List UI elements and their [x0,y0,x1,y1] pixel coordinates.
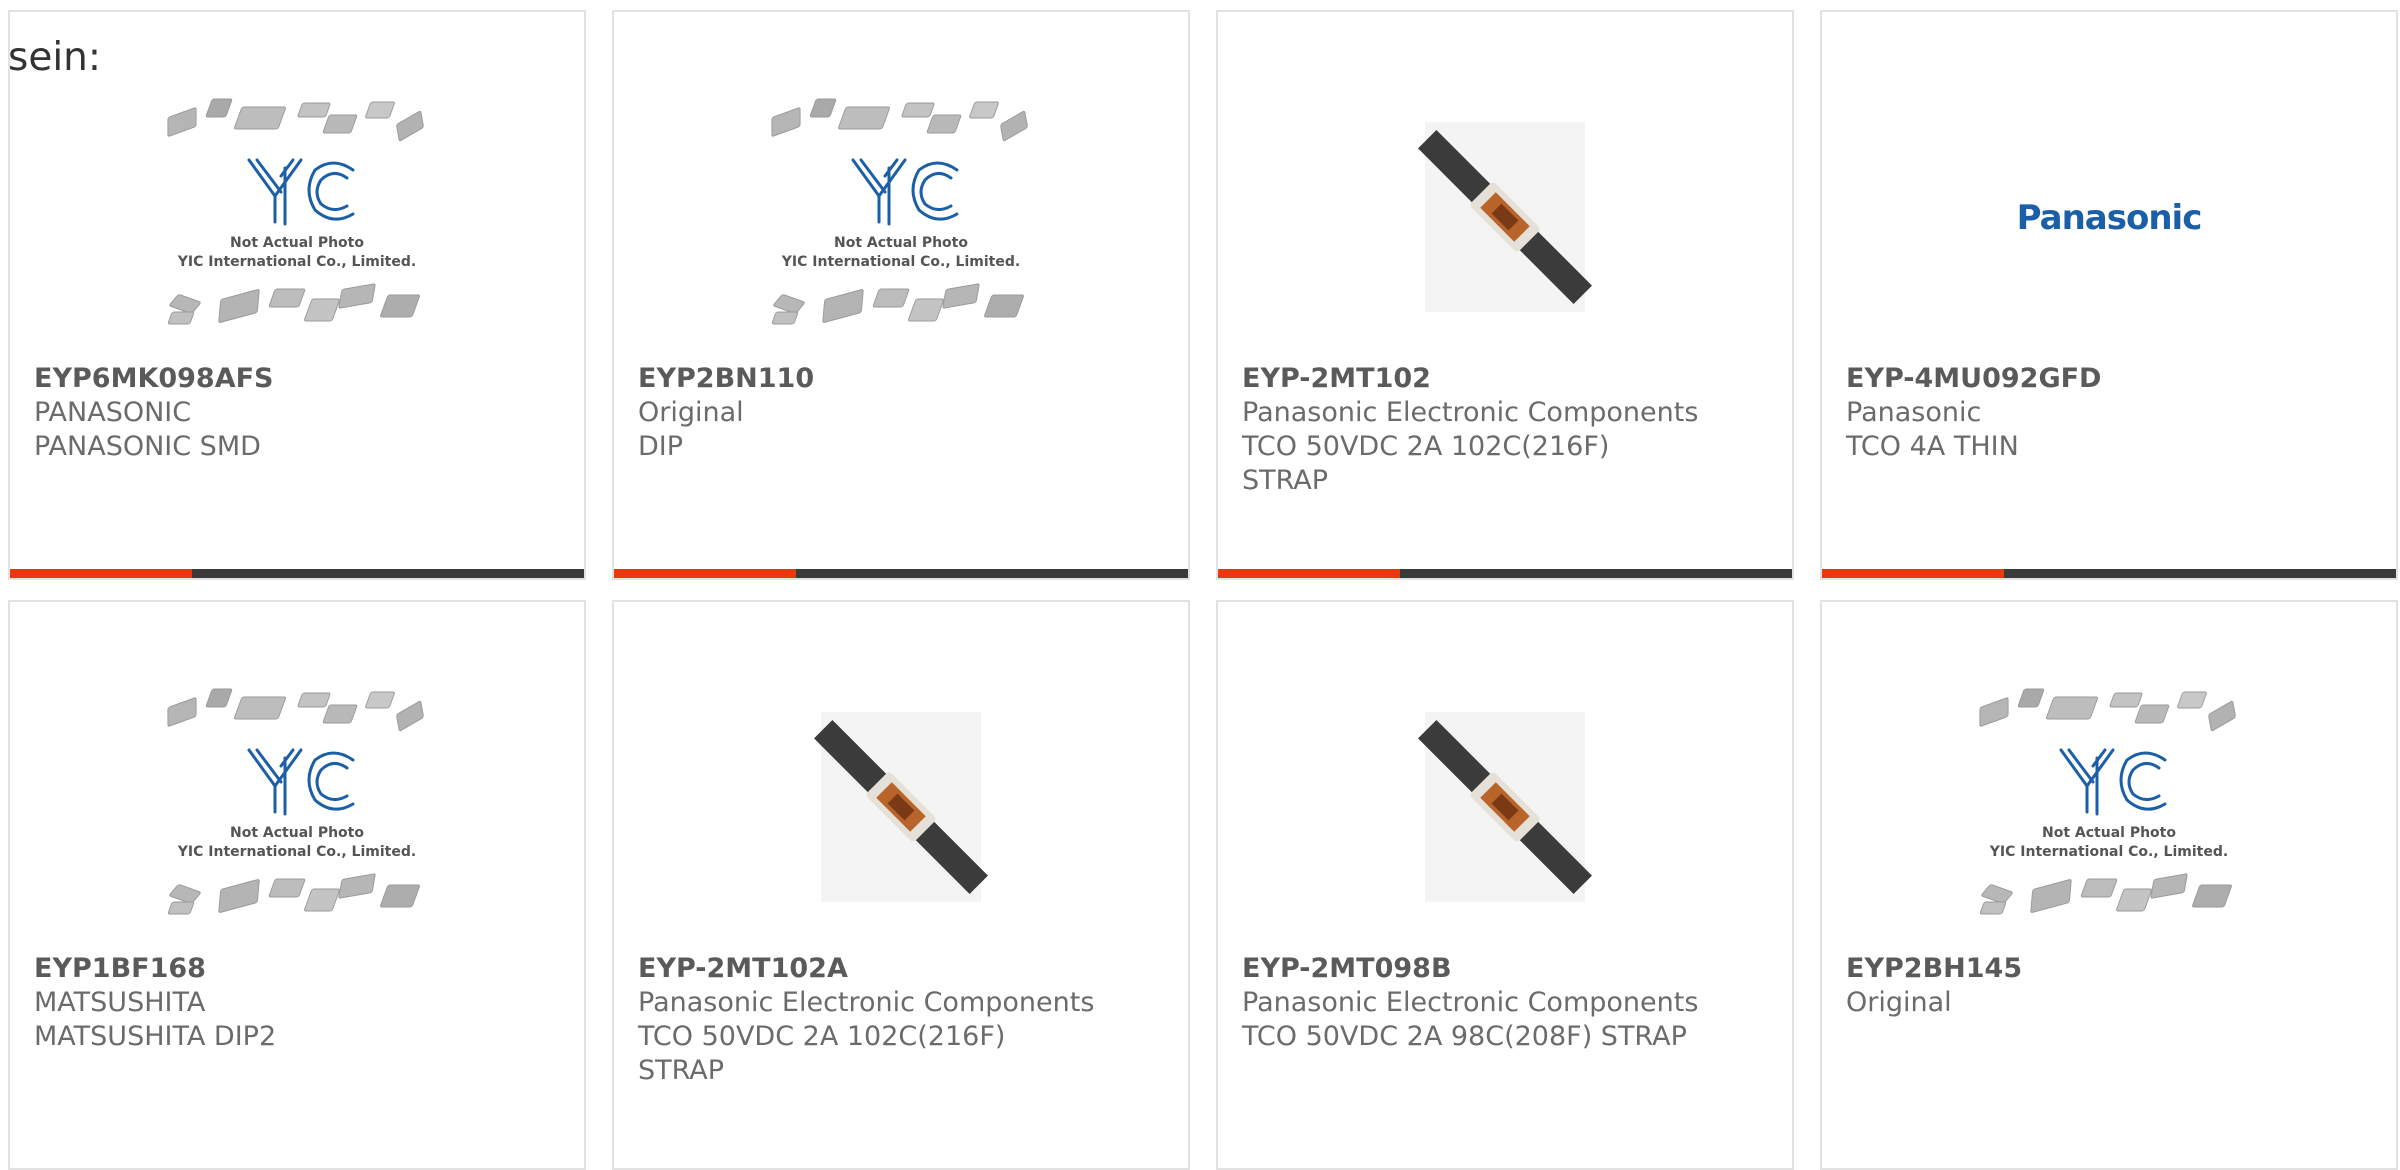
part-number[interactable]: EYP6MK098AFS [34,362,564,396]
svg-text:YIC International Co., Limited: YIC International Co., Limited. [1989,844,2228,860]
product-card[interactable]: EYP-2MT098B Panasonic Electronic Compone… [1216,600,1794,1170]
product-line: STRAP [1242,465,1329,496]
product-image[interactable]: Not Actual Photo YIC International Co., L… [614,82,1188,352]
svg-text:Not Actual Photo: Not Actual Photo [230,235,364,251]
product-line: MATSUSHITA [34,987,206,1018]
product-line: STRAP [638,1055,725,1086]
svg-text:Not Actual Photo: Not Actual Photo [834,235,968,251]
svg-text:Panasonic: Panasonic [2017,198,2202,238]
part-number[interactable]: EYP2BN110 [638,362,1168,396]
part-number[interactable]: EYP2BH145 [1846,952,2376,986]
card-bar [1218,569,1792,578]
product-line: Original [638,397,744,428]
svg-text:YIC International Co., Limited: YIC International Co., Limited. [781,254,1020,270]
product-card[interactable]: Not Actual Photo YIC International Co., L… [612,10,1190,580]
card-bar [10,569,584,578]
svg-text:YIC International Co., Limited: YIC International Co., Limited. [177,254,416,270]
thermal-cutoff-strap-image [1418,712,1592,902]
part-number[interactable]: EYP-2MT102A [638,952,1168,986]
product-line: TCO 50VDC 2A 98C(208F) STRAP [1242,1021,1687,1052]
card-bar-accent [1822,569,2004,578]
product-line: PANASONIC [34,397,192,428]
thermal-cutoff-strap-image [1418,122,1592,312]
product-line: MATSUSHITA DIP2 [34,1021,277,1052]
product-image[interactable]: Not Actual Photo YIC International Co., L… [10,672,584,942]
product-line: PANASONIC SMD [34,431,261,462]
not-actual-photo-placeholder: Not Actual Photo YIC International Co., L… [167,98,424,325]
intro-text: sein: [8,35,102,80]
product-line: Panasonic Electronic Components [1242,987,1699,1018]
svg-text:Not Actual Photo: Not Actual Photo [230,825,364,841]
product-card[interactable]: EYP-2MT102A Panasonic Electronic Compone… [612,600,1190,1170]
product-line: Panasonic [1846,397,1982,428]
product-line: TCO 50VDC 2A 102C(216F) [1242,431,1610,462]
product-image[interactable]: Not Actual Photo YIC International Co., L… [1822,672,2396,942]
product-line: DIP [638,431,684,462]
not-actual-photo-placeholder: Not Actual Photo YIC International Co., L… [167,688,424,915]
product-card[interactable]: Panasonic EYP-4MU092GFD Panasonic TCO 4A… [1820,10,2398,580]
card-bar [614,569,1188,578]
product-line: Panasonic Electronic Components [1242,397,1699,428]
part-number[interactable]: EYP1BF168 [34,952,564,986]
product-line: TCO 50VDC 2A 102C(216F) [638,1021,1006,1052]
product-image[interactable] [614,672,1188,942]
product-card[interactable]: Not Actual Photo YIC International Co., L… [8,10,586,580]
product-image[interactable]: Not Actual Photo YIC International Co., L… [10,82,584,352]
product-line: TCO 4A THIN [1846,431,2019,462]
svg-text:YIC International Co., Limited: YIC International Co., Limited. [177,844,416,860]
not-actual-photo-placeholder: Not Actual Photo YIC International Co., L… [1979,688,2236,915]
part-number[interactable]: EYP-4MU092GFD [1846,362,2376,396]
product-image[interactable]: Panasonic [1822,82,2396,352]
product-card[interactable]: Not Actual Photo YIC International Co., L… [1820,600,2398,1170]
product-image[interactable] [1218,672,1792,942]
product-line: Panasonic Electronic Components [638,987,1095,1018]
card-bar-accent [614,569,796,578]
product-card[interactable]: EYP-2MT102 Panasonic Electronic Componen… [1216,10,1794,580]
card-bar [1822,569,2396,578]
part-number[interactable]: EYP-2MT102 [1242,362,1772,396]
card-bar-accent [1218,569,1400,578]
product-line: Original [1846,987,1952,1018]
svg-text:Not Actual Photo: Not Actual Photo [2042,825,2176,841]
card-bar-accent [10,569,192,578]
thermal-cutoff-strap-image [814,712,988,902]
product-image[interactable] [1218,82,1792,352]
part-number[interactable]: EYP-2MT098B [1242,952,1772,986]
product-card[interactable]: Not Actual Photo YIC International Co., L… [8,600,586,1170]
not-actual-photo-placeholder: Not Actual Photo YIC International Co., L… [771,98,1028,325]
panasonic-logo-image: Panasonic [2017,198,2203,238]
